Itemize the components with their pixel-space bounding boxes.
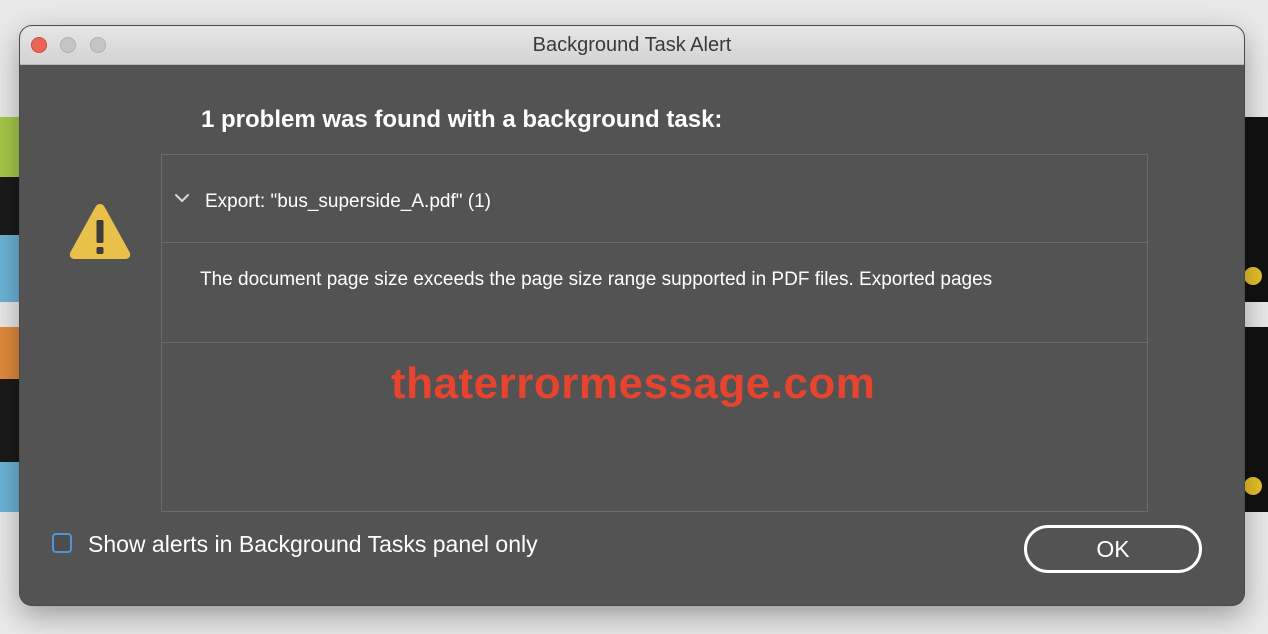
problem-message-row: The document page size exceeds the page … <box>162 243 1147 343</box>
export-task-label: Export: "bus_superside_A.pdf" (1) <box>205 191 491 212</box>
show-alerts-checkbox-label[interactable]: Show alerts in Background Tasks panel on… <box>88 531 538 558</box>
background-task-alert-dialog: Background Task Alert 1 problem was foun… <box>20 26 1244 605</box>
watermark-text: thaterrormessage.com <box>391 359 876 408</box>
warning-icon <box>69 204 131 259</box>
problem-list-panel: Export: "bus_superside_A.pdf" (1) The do… <box>161 154 1148 512</box>
minimize-window-button[interactable] <box>60 37 76 53</box>
window-title: Background Task Alert <box>532 34 732 56</box>
alert-heading: 1 problem was found with a background ta… <box>201 106 723 133</box>
title-bar: Background Task Alert <box>20 26 1244 65</box>
background-thumbnail-left-bottom <box>0 327 22 512</box>
chevron-down-icon[interactable] <box>174 193 190 203</box>
ok-button[interactable]: OK <box>1024 525 1202 573</box>
zoom-window-button[interactable] <box>90 37 106 53</box>
export-task-row[interactable]: Export: "bus_superside_A.pdf" (1) <box>162 155 1147 243</box>
problem-message: The document page size exceeds the page … <box>200 269 993 290</box>
show-alerts-checkbox[interactable] <box>52 533 72 553</box>
background-thumbnail-right-top <box>1244 117 1268 302</box>
background-thumbnail-right-bottom <box>1244 327 1268 512</box>
background-thumbnail-left-top <box>0 117 22 302</box>
close-window-button[interactable] <box>31 37 47 53</box>
